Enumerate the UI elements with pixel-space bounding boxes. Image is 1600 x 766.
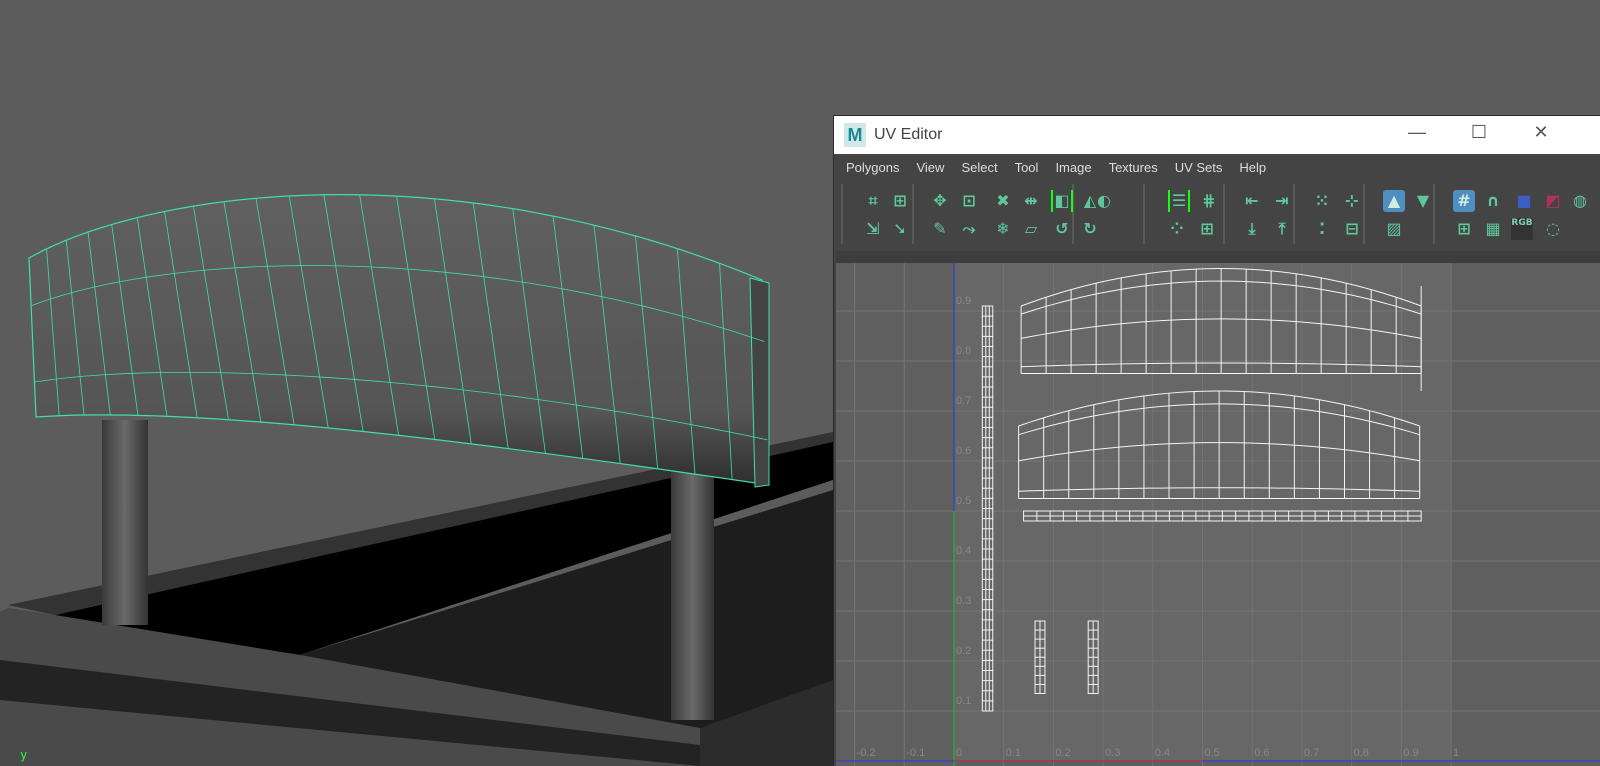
distort-icon[interactable]: ▱ [1020, 218, 1042, 240]
gather-icon[interactable]: ⊞ [1196, 218, 1218, 240]
cut-uv-icon[interactable]: ⌗ [862, 190, 884, 212]
layout-icon[interactable]: ☰ [1168, 190, 1190, 212]
more-icon[interactable]: ◍ [1569, 190, 1591, 212]
tweak-icon[interactable]: ⤳ [958, 218, 980, 240]
u-tick-label: 0.9 [1403, 747, 1419, 759]
close-button[interactable]: ✕ [1529, 122, 1553, 143]
align-right-icon[interactable]: ⇥ [1271, 190, 1293, 212]
unfold-icon[interactable]: ⊞ [889, 190, 911, 212]
snap-icon[interactable]: ∩ [1482, 190, 1504, 212]
distortion-icon[interactable]: ◩ [1542, 190, 1564, 212]
sew-icon[interactable]: ⇹ [1020, 190, 1042, 212]
move-sew-icon[interactable]: ✥ [929, 190, 951, 212]
toolbar-separator[interactable] [1143, 184, 1145, 244]
align-top-icon[interactable]: ⤒ [1271, 218, 1293, 240]
u-tick-label: 0.3 [1105, 747, 1121, 759]
menu-textures[interactable]: Textures [1109, 160, 1158, 175]
uv-toolkit-toolbar: ⌗ ⊞ ⇲ ➘ ✥ ⊡ ✎ ⤳ ✖ ❄ ⇹ ▱ ◧ ◭ ◐ ↺ ↻ ☰ ⋕ ⁘ ⊞ ⇤ ⇥ ⤓ ⤒ ⁙ ⊹ ⁚ ⊟ ▲ ▼ ▨ # ∩ ■ ◩ ◍ ⊞ ▦ R… [834, 180, 1600, 250]
grow-select-icon[interactable]: ⊹ [1341, 190, 1363, 212]
menu-view[interactable]: View [916, 160, 944, 175]
window-title: UV Editor [874, 126, 943, 143]
u-tick-label: -0.1 [906, 747, 926, 759]
v-tick-label: 0.2 [956, 645, 972, 657]
uv-editor-window: M UV Editor — ☐ ✕ Polygons View Select T… [833, 115, 1600, 766]
create-uv-icon[interactable]: ⊡ [958, 190, 980, 212]
display-image-icon[interactable]: ▲ [1383, 190, 1405, 212]
shell-select-icon[interactable]: ⁙ [1311, 190, 1333, 212]
menu-polygons[interactable]: Polygons [846, 160, 899, 175]
u-tick-label: 0.5 [1204, 747, 1220, 759]
u-tick-label: -0.2 [856, 747, 876, 759]
v-tick-label: 0.6 [956, 445, 972, 457]
menu-tool[interactable]: Tool [1015, 160, 1039, 175]
v-tick-label: 0.3 [956, 595, 972, 607]
checker-icon[interactable]: ▦ [1482, 218, 1504, 240]
v-tick-label: 0.5 [956, 495, 972, 507]
v-tick-label: 0.4 [956, 545, 972, 557]
v-tick-label: 0.9 [956, 295, 972, 307]
menu-bar: Polygons View Select Tool Image Textures… [834, 154, 1600, 180]
grid-icon[interactable]: ⋕ [1198, 190, 1220, 212]
texture-borders-icon[interactable]: ⊞ [1453, 218, 1475, 240]
maya-logo-icon: M [844, 123, 866, 147]
menu-help[interactable]: Help [1239, 160, 1266, 175]
minimize-button[interactable]: — [1405, 122, 1429, 143]
toolbar-separator[interactable] [1293, 184, 1295, 244]
toolbar-separator[interactable] [1223, 184, 1225, 244]
v-tick-label: 0.8 [956, 345, 972, 357]
maximize-button[interactable]: ☐ [1467, 122, 1491, 143]
rotate-ccw-icon[interactable]: ↺ [1051, 218, 1073, 240]
left-post [102, 420, 148, 625]
shrink-select-icon[interactable]: ⊟ [1341, 218, 1363, 240]
rgb-channels-button[interactable]: RGB [1511, 218, 1533, 240]
u-tick-label: 0.6 [1254, 747, 1270, 759]
align-bottom-icon[interactable]: ⤓ [1241, 218, 1263, 240]
uv-shell-side-strip[interactable] [981, 305, 994, 712]
filter-icon[interactable]: ▼ [1412, 190, 1434, 212]
u-tick-label: 0.1 [1005, 747, 1021, 759]
u-tick-label: 0.2 [1055, 747, 1071, 759]
rotate-icon[interactable]: ◐ [1093, 190, 1115, 212]
symmetrize-icon[interactable]: ◧ [1051, 190, 1073, 212]
toolbar-separator[interactable] [841, 184, 843, 244]
menu-select[interactable]: Select [961, 160, 997, 175]
v-tick-label: 0.7 [956, 395, 972, 407]
unfold-x-icon[interactable]: ✖ [992, 190, 1014, 212]
exposure-icon[interactable]: ◌ [1542, 218, 1564, 240]
3d-viewport[interactable] [0, 0, 833, 766]
u-tick-label: 0.8 [1353, 747, 1369, 759]
menu-uv-sets[interactable]: UV Sets [1175, 160, 1223, 175]
axis-indicator: y [20, 748, 28, 762]
u-tick-label: 0 [956, 747, 963, 759]
cut-tool-icon[interactable]: ✎ [929, 218, 951, 240]
u-tick-label: 0.7 [1303, 747, 1320, 759]
select-shell-icon[interactable]: ➘ [889, 218, 911, 240]
toolbar-separator[interactable] [1363, 184, 1365, 244]
u-tick-label: 1 [1453, 747, 1460, 759]
grid-display-icon[interactable]: # [1453, 190, 1475, 212]
toolbar-separator[interactable] [912, 184, 914, 244]
title-bar[interactable]: M UV Editor — ☐ ✕ [834, 116, 1600, 154]
uv-canvas[interactable]: -0.2 -0.1 0 0.1 0.2 0.3 0.4 0.5 0.6 0.7 0.8 0.9 1 0.1… [836, 263, 1600, 766]
dim-image-icon[interactable]: ▨ [1383, 218, 1405, 240]
align-left-icon[interactable]: ⇤ [1241, 190, 1263, 212]
select-edge-loop-icon[interactable]: ⇲ [862, 218, 884, 240]
shell-grow-icon[interactable]: ⁚ [1311, 218, 1333, 240]
right-post [671, 470, 714, 720]
ruler [836, 251, 1600, 263]
u-tick-label: 0.4 [1154, 747, 1171, 759]
v-tick-label: 0.1 [956, 695, 972, 707]
stack-icon[interactable]: ⁘ [1166, 218, 1188, 240]
rotate-cw-icon[interactable]: ↻ [1079, 218, 1101, 240]
shaded-icon[interactable]: ■ [1513, 190, 1535, 212]
freeze-icon[interactable]: ❄ [992, 218, 1014, 240]
menu-image[interactable]: Image [1055, 160, 1091, 175]
